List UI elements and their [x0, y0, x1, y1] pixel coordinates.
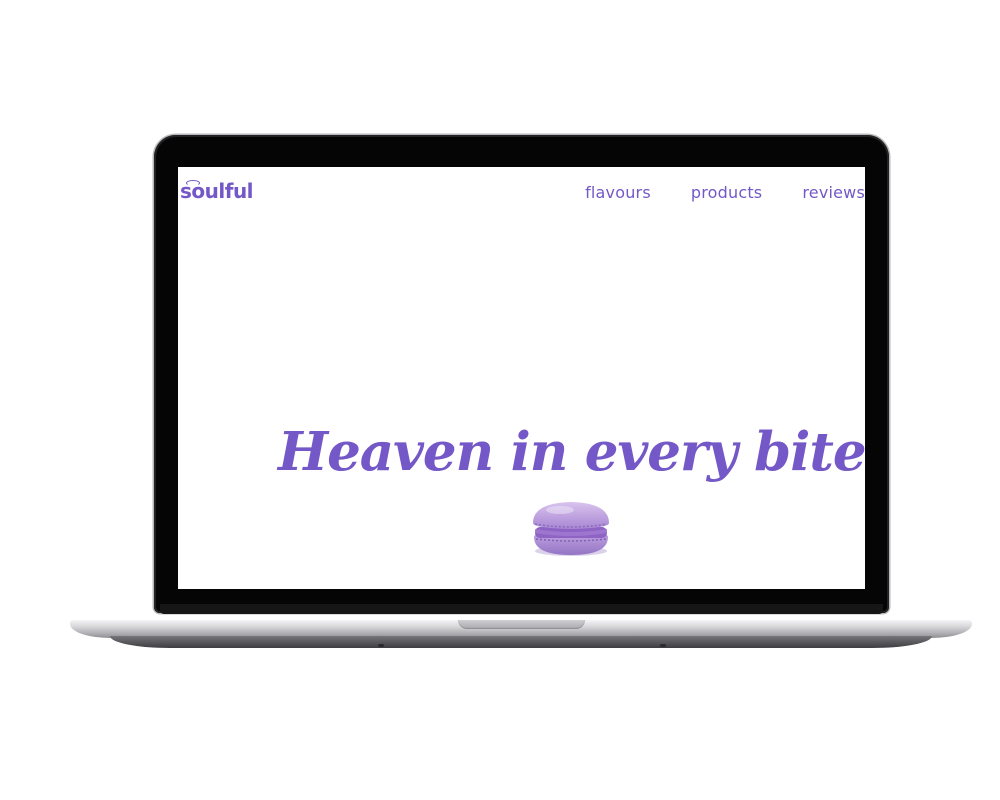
nav-link-flavours[interactable]: flavours [585, 183, 651, 205]
laptop-hinge-strip [160, 604, 883, 614]
nav-link-reviews[interactable]: reviews [802, 183, 865, 205]
nav-link-products[interactable]: products [691, 183, 762, 205]
site-logo[interactable]: soulful [180, 179, 254, 203]
macaron-icon [533, 502, 609, 556]
laptop-opening-notch [458, 620, 585, 629]
main-nav: flavours products reviews [585, 183, 865, 205]
laptop-base-shadow [110, 636, 932, 648]
laptop-foot [660, 644, 666, 647]
website-screen: soulful flavours products reviews Heaven… [178, 167, 865, 589]
laptop-foot [378, 644, 384, 647]
hero-title: Heaven in every bite. [278, 420, 865, 483]
